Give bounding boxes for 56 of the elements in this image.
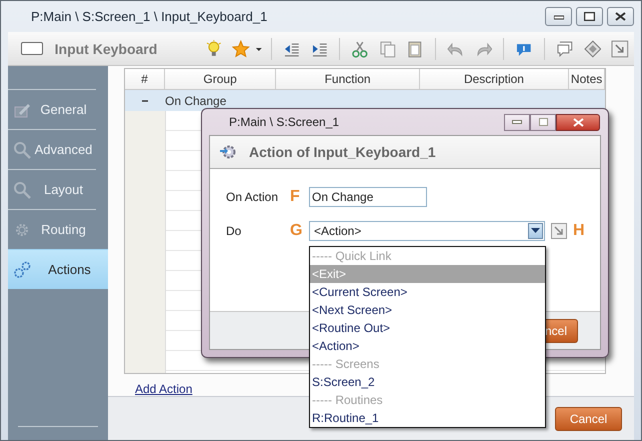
list-option[interactable]: S:Screen_2 xyxy=(310,373,545,391)
callout-letter: F xyxy=(290,188,301,206)
group-label: On Change xyxy=(165,94,226,108)
list-option[interactable]: R:Routine_1 xyxy=(310,409,545,427)
dropdown-arrow-button[interactable] xyxy=(528,223,543,239)
list-section-header: ----- Screens xyxy=(311,356,380,373)
gears-icon xyxy=(13,260,31,278)
scissors-icon[interactable] xyxy=(351,40,369,58)
maximize-icon xyxy=(584,12,595,21)
close-icon xyxy=(572,118,584,126)
close-icon xyxy=(615,12,626,21)
column-header[interactable]: Description xyxy=(420,69,570,89)
list-section-header: ----- Quick Link xyxy=(311,248,392,265)
text-field-icon xyxy=(21,42,43,55)
caret-icon xyxy=(531,228,540,234)
list-option[interactable]: <Next Screen> xyxy=(310,301,545,319)
minimize-icon xyxy=(512,120,522,124)
gear-icon xyxy=(219,143,237,161)
callout-letter: H xyxy=(573,222,586,240)
maximize-button[interactable] xyxy=(576,7,603,26)
close-button[interactable] xyxy=(556,114,600,130)
dialog-heading: Action of Input_Keyboard_1 xyxy=(249,144,436,160)
bulb-icon[interactable] xyxy=(204,40,222,58)
minimize-icon xyxy=(554,14,564,20)
exit-icon[interactable] xyxy=(611,40,630,58)
maximize-icon xyxy=(538,118,548,126)
column-header[interactable]: Notes xyxy=(569,69,606,89)
comment-icon[interactable] xyxy=(556,40,574,58)
column-header[interactable]: # xyxy=(125,69,165,89)
add-action-link[interactable]: Add Action xyxy=(135,382,192,396)
diamond-icon[interactable] xyxy=(584,40,602,58)
callout-letter: G xyxy=(290,222,304,240)
column-header[interactable]: Group xyxy=(164,69,276,89)
select-value: <Action> xyxy=(314,224,362,238)
collapse-toggle[interactable]: − xyxy=(125,94,165,108)
action-select[interactable]: <Action> xyxy=(309,221,545,241)
magnifier-icon xyxy=(13,180,31,198)
dialog-title: P:Main \ S:Screen_1 xyxy=(229,115,340,129)
magnifier-icon xyxy=(13,140,31,158)
field-label: Do xyxy=(226,224,242,238)
list-option[interactable]: <Routine Out> xyxy=(310,319,545,337)
window-title: P:Main \ S:Screen_1 \ Input_Keyboard_1 xyxy=(31,9,268,24)
list-section-header: ----- Routines xyxy=(311,392,384,409)
arrow-icon xyxy=(554,226,564,236)
toolbar-title: Input Keyboard xyxy=(54,40,158,56)
minimize-button[interactable] xyxy=(545,7,572,26)
list-option[interactable]: <Action> xyxy=(310,337,545,355)
close-button[interactable] xyxy=(607,7,634,26)
copy-icon[interactable] xyxy=(378,40,396,58)
column-header[interactable]: Function xyxy=(276,69,420,89)
star-icon[interactable] xyxy=(232,40,250,58)
sidebar-item[interactable]: Actions xyxy=(8,249,108,289)
field-label: On Action xyxy=(226,190,280,204)
list-option[interactable]: <Current Screen> xyxy=(310,283,545,301)
go-to-button[interactable] xyxy=(551,223,567,239)
on-action-field[interactable]: On Change xyxy=(309,187,427,207)
